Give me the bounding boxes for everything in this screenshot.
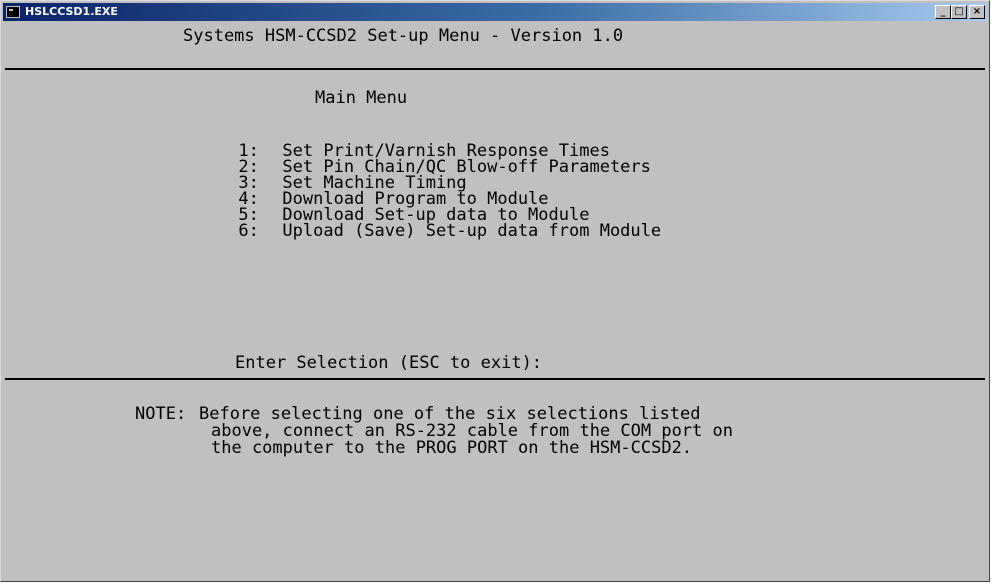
note-prefix: NOTE: <box>135 404 187 424</box>
minimize-button[interactable]: _ <box>935 5 951 19</box>
menu-item-label: Upload (Save) Set-up data from Module <box>282 221 662 241</box>
menu-title: Main Menu <box>315 88 408 108</box>
selection-prompt[interactable]: Enter Selection (ESC to exit): <box>235 354 542 372</box>
console-area[interactable]: Systems HSM-CCSD2 Set-up Menu - Version … <box>5 23 985 579</box>
console-window: HSLCCSD1.EXE _ □ × Systems HSM-CCSD2 Set… <box>0 0 990 582</box>
window-controls: _ □ × <box>935 5 985 19</box>
console-app-icon[interactable] <box>6 6 20 18</box>
close-button[interactable]: × <box>969 5 985 19</box>
window-title: HSLCCSD1.EXE <box>25 5 118 18</box>
menu-item-6[interactable]: 6: Upload (Save) Set-up data from Module <box>177 207 661 255</box>
maximize-button[interactable]: □ <box>951 5 967 19</box>
note-line-3: the computer to the PROG PORT on the HSM… <box>211 438 693 458</box>
menu-item-number: 6: <box>238 221 259 241</box>
menu-header: Systems HSM-CCSD2 Set-up Menu - Version … <box>183 26 624 46</box>
title-bar[interactable]: HSLCCSD1.EXE _ □ × <box>3 3 987 21</box>
header-divider <box>5 68 985 70</box>
note-divider <box>5 378 985 380</box>
